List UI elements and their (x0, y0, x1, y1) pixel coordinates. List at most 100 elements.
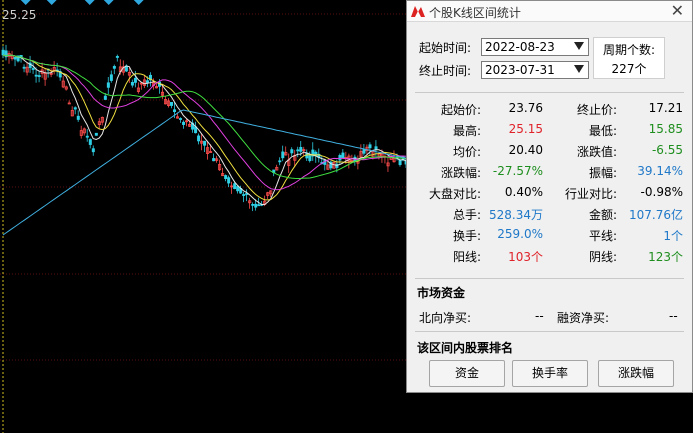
candle-body (170, 102, 174, 106)
rank-capital-button[interactable]: 资金 (429, 360, 505, 387)
candle-body (290, 149, 294, 154)
candle-body (227, 177, 231, 184)
stat-label: 涨跌幅: (440, 166, 481, 180)
candle-body (130, 82, 134, 86)
stat-label: 阳线: (452, 250, 481, 264)
margin-buy-value: -- (669, 309, 678, 323)
dialog-title: 个股K线区间统计 (429, 6, 521, 20)
candle-body (338, 155, 342, 161)
stat-label: 涨跌值: (576, 145, 617, 159)
start-time-select[interactable]: 2022-08-23 (481, 38, 589, 56)
stat-value: 528.34万 (489, 208, 543, 222)
candle-body (115, 56, 119, 58)
candle-body (242, 194, 246, 196)
candle-body (1, 49, 5, 56)
stat-value: 23.76 (508, 101, 543, 115)
stat-row: 大盘对比: 0.40% 行业对比: -0.98% (407, 185, 692, 205)
marker-diamond (84, 0, 95, 5)
rank-change-button[interactable]: 涨跌幅 (598, 360, 674, 387)
stat-row: 总手: 528.34万 金额: 107.76亿 (407, 206, 692, 226)
margin-buy-label: 融资净买: (557, 311, 610, 325)
stat-label: 平线: (588, 229, 617, 243)
stat-label: 终止价: (576, 103, 617, 117)
candle-body (278, 160, 282, 163)
candle-body (145, 80, 149, 84)
stat-label: 振幅: (588, 166, 617, 180)
candle-body (109, 74, 113, 81)
stat-value: 17.21 (648, 101, 683, 115)
marker-diamond (133, 0, 144, 5)
stat-label: 均价: (452, 145, 481, 159)
rank-section-title: 该区间内股票排名 (417, 341, 514, 355)
candle-body (398, 159, 402, 165)
period-count-label: 周期个数: (602, 43, 656, 57)
candle-body (224, 175, 228, 179)
candle-body (179, 118, 183, 120)
candle-body (203, 140, 207, 146)
candle-body (257, 204, 261, 207)
candle-body (88, 139, 92, 145)
price-label: 25.25 (2, 8, 37, 22)
stat-value: 1个 (663, 229, 683, 243)
rank-turnover-button[interactable]: 换手率 (512, 360, 588, 387)
candle-body (251, 204, 255, 206)
stat-value: -27.57% (492, 164, 543, 178)
candle-body (37, 75, 41, 77)
close-icon[interactable]: ✕ (671, 1, 684, 20)
stat-label: 阴线: (588, 250, 617, 264)
end-time-select[interactable]: 2023-07-31 (481, 61, 589, 79)
stat-label: 总手: (452, 208, 481, 222)
divider (415, 92, 684, 93)
north-buy-value: -- (535, 309, 544, 323)
divider (415, 331, 684, 332)
stat-label: 大盘对比: (428, 187, 481, 201)
start-time-label: 起始时间: (419, 41, 472, 55)
candle-body (94, 132, 98, 136)
app-logo-icon (411, 6, 425, 17)
stat-row: 换手: 259.0% 平线: 1个 (407, 227, 692, 247)
interval-stats-dialog: 个股K线区间统计 ✕ 起始时间: 2022-08-23 终止时间: 2023-0… (406, 0, 693, 393)
divider (415, 278, 684, 279)
end-time-value: 2023-07-31 (485, 63, 555, 77)
marker-diamond (103, 0, 114, 5)
north-buy-label: 北向净买: (419, 311, 472, 325)
start-time-value: 2022-08-23 (485, 40, 555, 54)
stat-row: 最高: 25.15 最低: 15.85 (407, 122, 692, 142)
dialog-titlebar[interactable]: 个股K线区间统计 ✕ (407, 1, 692, 22)
stat-value: 103个 (508, 250, 543, 264)
candle-body (76, 115, 80, 120)
marker-diamond (20, 0, 31, 5)
stat-value: 259.0% (497, 227, 543, 241)
ma20-line (2, 54, 407, 191)
stat-value: 39.14% (637, 164, 683, 178)
candle-body (299, 146, 303, 152)
stat-label: 起始价: (440, 103, 481, 117)
stat-row: 起始价: 23.76 终止价: 17.21 (407, 101, 692, 121)
stat-row: 涨跌幅: -27.57% 振幅: 39.14% (407, 164, 692, 184)
candle-body (197, 135, 201, 142)
candle-body (368, 144, 372, 149)
stat-label: 金额: (588, 208, 617, 222)
stat-label: 最高: (452, 124, 481, 138)
candle-body (112, 66, 116, 69)
candle-body (173, 109, 177, 113)
candle-body (374, 146, 378, 150)
stat-row: 阳线: 103个 阴线: 123个 (407, 248, 692, 268)
candle-body (212, 158, 216, 162)
candle-body (34, 74, 38, 77)
candle-body (106, 82, 110, 88)
candle-body (254, 203, 258, 208)
end-time-label: 终止时间: (419, 64, 472, 78)
stat-label: 换手: (452, 229, 481, 243)
stat-label: 最低: (588, 124, 617, 138)
period-count-value: 227个 (611, 62, 647, 76)
stat-value: 123个 (648, 250, 683, 264)
fund-section-title: 市场资金 (417, 286, 466, 300)
stat-value: 107.76亿 (629, 208, 683, 222)
candle-body (281, 151, 285, 159)
candle-body (236, 186, 240, 192)
candle-body (85, 135, 89, 138)
stat-value: 0.40% (504, 185, 543, 199)
candle-body (296, 149, 300, 152)
candle-body (362, 148, 366, 154)
